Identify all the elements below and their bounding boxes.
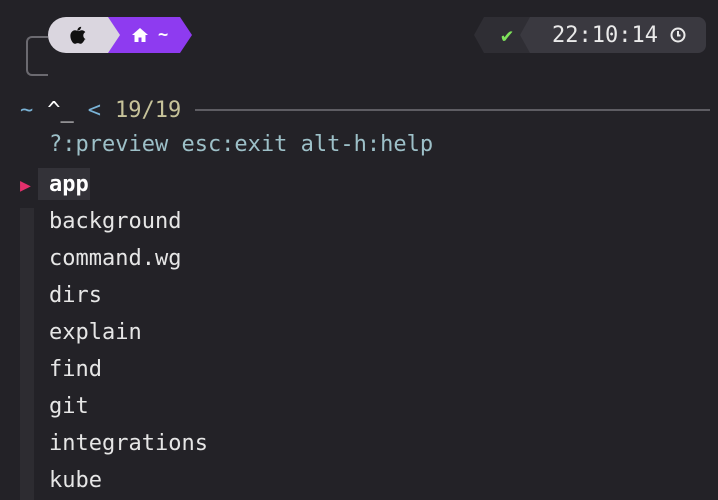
os-segment <box>48 17 120 53</box>
header-tilde: ~ <box>20 97 34 123</box>
check-icon: ✔ <box>501 23 514 47</box>
terminal-window: ~ ✔ 22:10:14 ~ ^_ < 19/19 ?:preview esc:… <box>0 0 718 500</box>
prompt-right: ✔ 22:10:14 <box>474 17 706 53</box>
list-item[interactable]: dirs <box>49 277 208 314</box>
list-item[interactable]: explain <box>49 314 208 351</box>
finder-header: ~ ^_ < 19/19 <box>20 96 710 124</box>
list-item[interactable]: git <box>49 388 208 425</box>
apple-icon <box>70 26 86 44</box>
prompt-frame <box>26 36 48 76</box>
input-cursor[interactable]: ^_ <box>47 98 74 123</box>
header-divider <box>195 109 710 111</box>
list-gutter <box>20 208 34 500</box>
match-count: 19/19 <box>115 97 182 123</box>
list-item[interactable]: find <box>49 351 208 388</box>
clock-time: 22:10:14 <box>552 22 658 48</box>
list-item[interactable]: background <box>49 203 208 240</box>
list-item[interactable]: command.wg <box>49 240 208 277</box>
finder-list: app background command.wg dirs explain f… <box>49 166 208 499</box>
list-item[interactable]: app <box>49 166 208 203</box>
prompt-marker: < <box>87 97 101 123</box>
clock-icon <box>670 27 686 43</box>
current-directory: ~ <box>158 25 169 45</box>
time-segment: 22:10:14 <box>520 17 706 53</box>
selection-pointer-icon: ▶ <box>20 174 31 196</box>
home-icon <box>132 28 148 42</box>
list-item[interactable]: kube <box>49 462 208 499</box>
help-text: ?:preview esc:exit alt-h:help <box>49 132 434 157</box>
list-item[interactable]: integrations <box>49 425 208 462</box>
prompt-left: ~ <box>48 17 193 53</box>
